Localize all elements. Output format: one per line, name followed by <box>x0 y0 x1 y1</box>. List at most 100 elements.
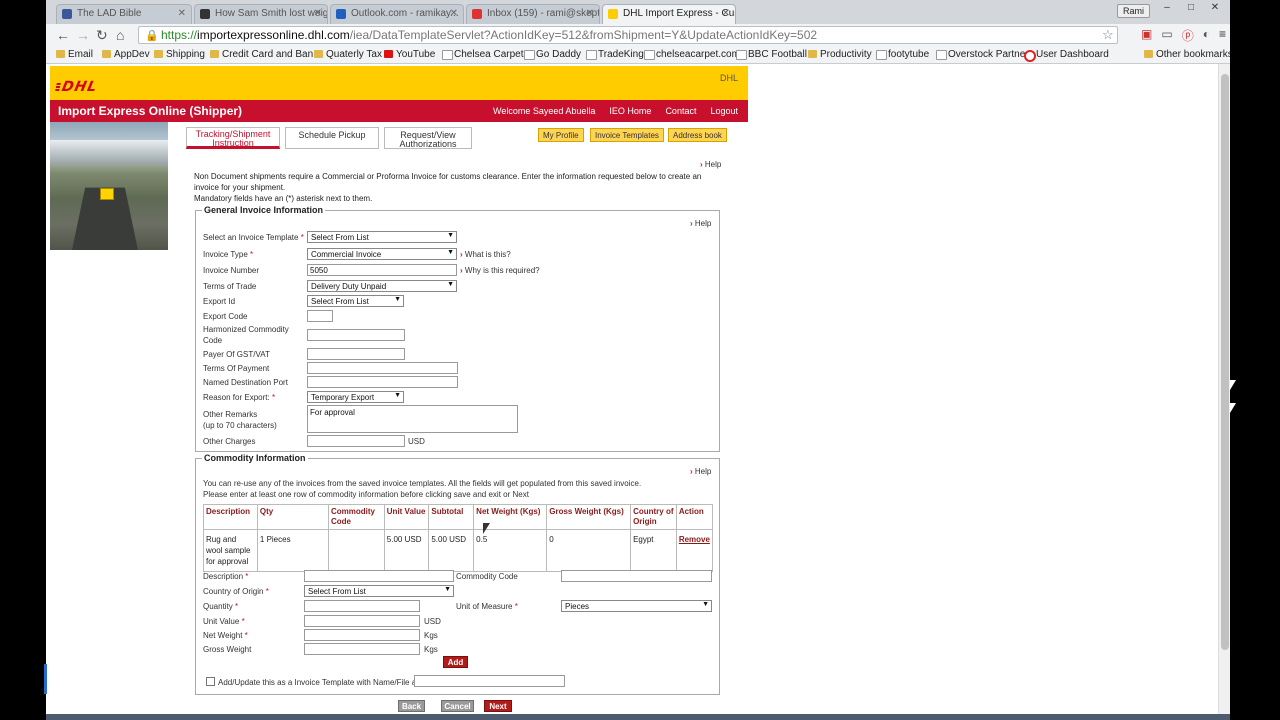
export-code-input[interactable] <box>307 310 333 322</box>
country-origin-label: Country of Origin * <box>203 587 269 596</box>
bookmark-item[interactable]: Shipping <box>154 49 205 60</box>
bookmark-item[interactable]: YouTube <box>384 49 435 60</box>
hs-code-input[interactable] <box>307 329 405 341</box>
minimize-icon[interactable]: – <box>1158 2 1176 13</box>
unit-value-label: Unit Value * <box>203 617 245 626</box>
browser-tab[interactable]: How Sam Smith lost weig... ✕ <box>194 4 328 24</box>
bookmark-item[interactable]: Other bookmarks <box>1144 49 1233 60</box>
description-input[interactable] <box>304 570 454 582</box>
invoice-template-select[interactable]: Select From List ▼ <box>307 231 457 243</box>
bookmark-item[interactable]: Credit Card and Ban... <box>210 49 322 60</box>
country-origin-select[interactable]: Select From List ▼ <box>304 585 454 597</box>
extension-icon[interactable]: ◐ <box>1203 27 1210 44</box>
usd-unit: USD <box>408 437 425 446</box>
bookmark-item[interactable]: AppDev <box>102 49 150 60</box>
browser-tab[interactable]: The LAD Bible ✕ <box>56 4 192 24</box>
bookmark-item[interactable]: footytube <box>876 49 929 60</box>
bookmark-item[interactable]: Chelsea Carpets <box>442 49 528 60</box>
close-tab-icon[interactable]: ✕ <box>586 8 594 19</box>
why-required-link[interactable]: Why is this required? <box>460 266 540 275</box>
payer-gst-input[interactable] <box>307 348 405 360</box>
tab-authorizations[interactable]: Request/View Authorizations <box>384 127 472 149</box>
help-link[interactable]: Help <box>690 219 711 228</box>
browser-tab-active[interactable]: DHL Import Express - Cus ✕ <box>602 4 736 24</box>
invoice-number-input[interactable]: 5050 <box>307 264 457 276</box>
kgs-unit: Kgs <box>424 645 438 654</box>
bookmark-item[interactable]: Quaterly Tax <box>314 49 382 60</box>
template-name-input[interactable] <box>414 675 565 687</box>
cancel-button[interactable]: Cancel <box>441 700 474 712</box>
column-header: Unit Value <box>383 504 430 530</box>
browser-tab[interactable]: Inbox (159) - rami@skeptic...✕ <box>466 4 600 24</box>
net-weight-input[interactable] <box>304 629 420 641</box>
dropdown-arrow-icon: ▼ <box>447 281 454 288</box>
invoice-type-label: Invoice Type * <box>203 250 254 259</box>
logout-link[interactable]: Logout <box>710 106 738 116</box>
commodity-table: Description Qty Commodity Code Unit Valu… <box>203 504 714 572</box>
vertical-scrollbar[interactable] <box>1218 64 1230 714</box>
bookmark-item[interactable]: Email <box>56 49 93 60</box>
terms-of-trade-select[interactable]: Delivery Duty Unpaid ▼ <box>307 280 457 292</box>
menu-icon[interactable]: ≡ <box>1219 27 1226 44</box>
bookmark-item[interactable]: Go Daddy <box>524 49 581 60</box>
destination-port-input[interactable] <box>307 376 458 388</box>
remove-link[interactable]: Remove <box>679 535 710 544</box>
contact-link[interactable]: Contact <box>665 106 696 116</box>
maximize-icon[interactable]: □ <box>1182 2 1200 13</box>
help-link[interactable]: Help <box>700 160 721 169</box>
next-button[interactable]: Next <box>484 700 512 712</box>
gross-weight-input[interactable] <box>304 643 420 655</box>
export-id-select[interactable]: Select From List ▼ <box>307 295 404 307</box>
bookmark-item[interactable]: BBC Football <box>736 49 807 60</box>
bookmark-item[interactable]: Productivity <box>808 49 872 60</box>
pinterest-icon[interactable]: ⓟ <box>1182 27 1194 44</box>
ieo-home-link[interactable]: IEO Home <box>609 106 651 116</box>
close-tab-icon[interactable]: ✕ <box>178 8 186 19</box>
close-tab-icon[interactable]: ✕ <box>314 8 322 19</box>
dhl-logo[interactable]: DHL <box>60 79 99 95</box>
my-profile-button[interactable]: My Profile <box>538 128 584 142</box>
reason-for-export-select[interactable]: Temporary Export ▼ <box>307 391 404 403</box>
rss-icon[interactable]: ▣ <box>1141 27 1152 44</box>
terms-of-payment-input[interactable] <box>307 362 458 374</box>
address-bar[interactable]: 🔒 https://importexpressonline.dhl.com/iea… <box>138 26 1118 44</box>
other-remarks-textarea[interactable]: For approval <box>307 405 518 433</box>
bookmark-star-icon[interactable]: ☆ <box>1102 27 1114 43</box>
cell-gross-weight: 0 <box>546 529 632 572</box>
back-button[interactable]: Back <box>398 700 425 712</box>
home-icon[interactable]: ⌂ <box>116 27 124 43</box>
column-header: Action <box>675 504 714 530</box>
close-window-icon[interactable]: ✕ <box>1206 2 1224 13</box>
reload-icon[interactable]: ↻ <box>96 27 108 44</box>
close-tab-icon[interactable]: ✕ <box>722 8 730 19</box>
template-checkbox[interactable] <box>206 677 215 686</box>
tab-tracking-shipment[interactable]: Tracking/Shipment Instruction <box>186 127 280 149</box>
quantity-input[interactable] <box>304 600 420 612</box>
cast-icon[interactable]: ▭ <box>1161 27 1172 44</box>
close-tab-icon[interactable]: ✕ <box>450 8 458 19</box>
invoice-templates-button[interactable]: Invoice Templates <box>590 128 664 142</box>
commodity-code-input[interactable] <box>561 570 712 582</box>
forward-arrow-icon[interactable]: → <box>76 27 90 43</box>
what-is-this-link[interactable]: What is this? <box>460 250 511 259</box>
back-arrow-icon[interactable]: ← <box>56 27 70 43</box>
address-book-button[interactable]: Address book <box>668 128 727 142</box>
scrollbar-thumb[interactable] <box>1221 74 1229 650</box>
bookmark-item[interactable]: TradeKing <box>586 49 644 60</box>
header-links: Welcome Sayeed Abuella IEO Home Contact … <box>493 106 738 116</box>
user-badge[interactable]: Rami <box>1116 4 1150 18</box>
add-button[interactable]: Add <box>443 656 468 668</box>
unit-value-input[interactable] <box>304 615 420 627</box>
help-link[interactable]: Help <box>690 467 711 476</box>
other-charges-input[interactable] <box>307 435 405 447</box>
intro-text: Non Document shipments require a Commerc… <box>194 171 724 204</box>
tab-schedule-pickup[interactable]: Schedule Pickup <box>285 127 379 149</box>
cell-code <box>327 529 385 572</box>
invoice-type-select[interactable]: Commercial Invoice ▼ <box>307 248 457 260</box>
gmail-icon <box>472 9 482 19</box>
bookmark-item[interactable]: chelseacarpet.com <box>644 49 740 60</box>
unit-of-measure-select[interactable]: Pieces ▼ <box>561 600 712 612</box>
bookmark-item[interactable]: User Dashboard <box>1024 49 1109 62</box>
browser-tab[interactable]: Outlook.com - ramikay... ✕ <box>330 4 464 24</box>
bookmark-item[interactable]: Overstock Partner <box>936 49 1029 60</box>
